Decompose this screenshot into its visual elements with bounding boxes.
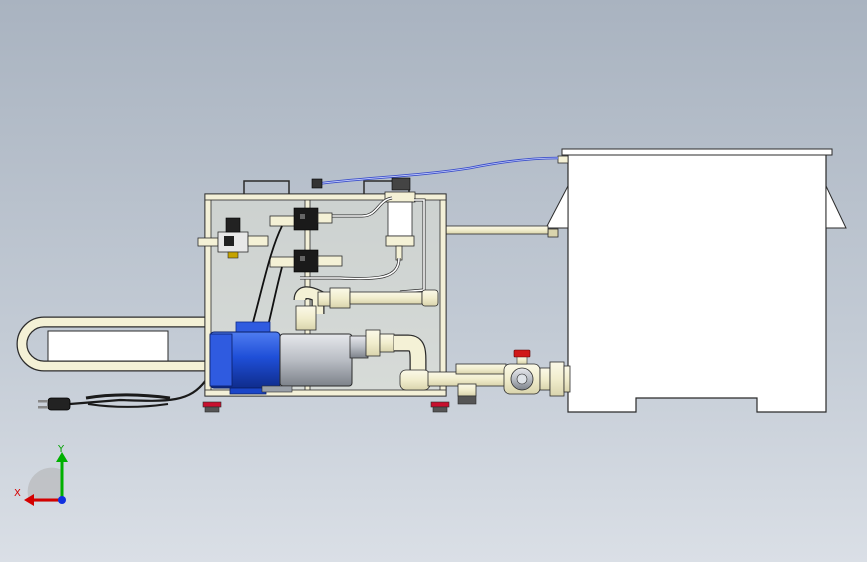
power-cable: [38, 379, 207, 411]
tank-bracket-bolt: [547, 228, 559, 238]
valve-handle[interactable]: [513, 349, 531, 358]
pump-flange: [349, 335, 369, 359]
frame-handle[interactable]: [16, 316, 206, 372]
foot-left: [202, 401, 222, 413]
tank-body: [567, 153, 827, 413]
cad-viewport[interactable]: Y X: [0, 0, 867, 562]
plug-pin-top: [38, 400, 48, 403]
plug-pin-bottom: [38, 406, 48, 409]
frame-right-post: [439, 193, 447, 397]
plug-body: [47, 397, 71, 411]
overflow-pipe: [445, 225, 549, 235]
pump-casing: [279, 333, 353, 387]
y-axis-label: Y: [57, 444, 65, 455]
tank-right-bracket: [825, 185, 847, 229]
tank-left-bracket: [545, 185, 569, 229]
tank-inlet-union: [539, 361, 571, 397]
tank-rim: [561, 148, 833, 156]
x-axis-label: X: [14, 488, 21, 499]
pump-foot: [261, 385, 293, 393]
tank[interactable]: [545, 148, 847, 413]
frame-lift-handle-left: [243, 180, 290, 194]
handle-grip: [47, 330, 169, 362]
ball-valve[interactable]: [503, 349, 541, 395]
z-axis-dot: [58, 496, 66, 504]
motor-foot: [229, 387, 267, 395]
motor-endcap: [209, 333, 233, 387]
foot-right: [430, 401, 450, 413]
axis-triad[interactable]: Y X: [10, 440, 80, 510]
assembly-drawing: [16, 148, 847, 413]
tank-inlet-fitting: [557, 155, 569, 164]
hose-connector: [311, 178, 323, 189]
